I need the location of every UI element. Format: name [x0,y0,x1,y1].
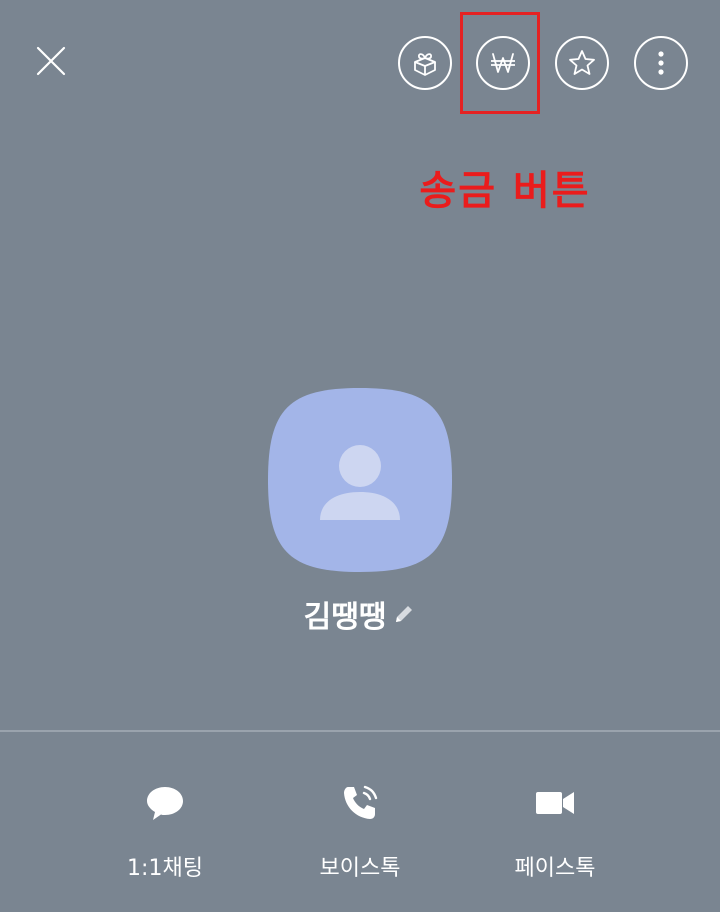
voice-talk-action-label: 보이스톡 [319,856,401,881]
voice-talk-action-button[interactable]: 보이스톡 [280,778,440,888]
chat-action-button[interactable]: 1:1채팅 [85,778,245,888]
chat-bubble-icon [147,787,183,820]
phone-call-icon [344,785,378,819]
gift-box-icon [414,53,436,76]
profile-name-row: 김땡땡 [0,592,720,636]
remit-highlight-box [460,12,540,114]
close-button[interactable] [30,40,72,82]
chat-action-label: 1:1채팅 [127,856,203,881]
action-bar: 1:1채팅 보이스톡 페이스톡 [0,732,720,912]
star-icon [569,50,595,75]
face-talk-action-button[interactable]: 페이스톡 [475,778,635,888]
profile-name: 김땡땡 [303,600,387,635]
close-icon [36,46,66,76]
pencil-icon [396,606,413,622]
video-camera-icon [536,792,574,814]
more-vertical-icon [658,51,664,75]
gift-button[interactable] [398,36,452,90]
remit-annotation-label: 송금 버튼 [419,168,591,214]
profile-avatar[interactable] [266,386,454,574]
edit-name-button[interactable] [392,602,416,626]
top-bar [0,0,720,125]
face-talk-action-label: 페이스톡 [514,856,596,881]
person-avatar-icon [268,388,452,572]
more-button[interactable] [634,36,688,90]
favorite-button[interactable] [555,36,609,90]
